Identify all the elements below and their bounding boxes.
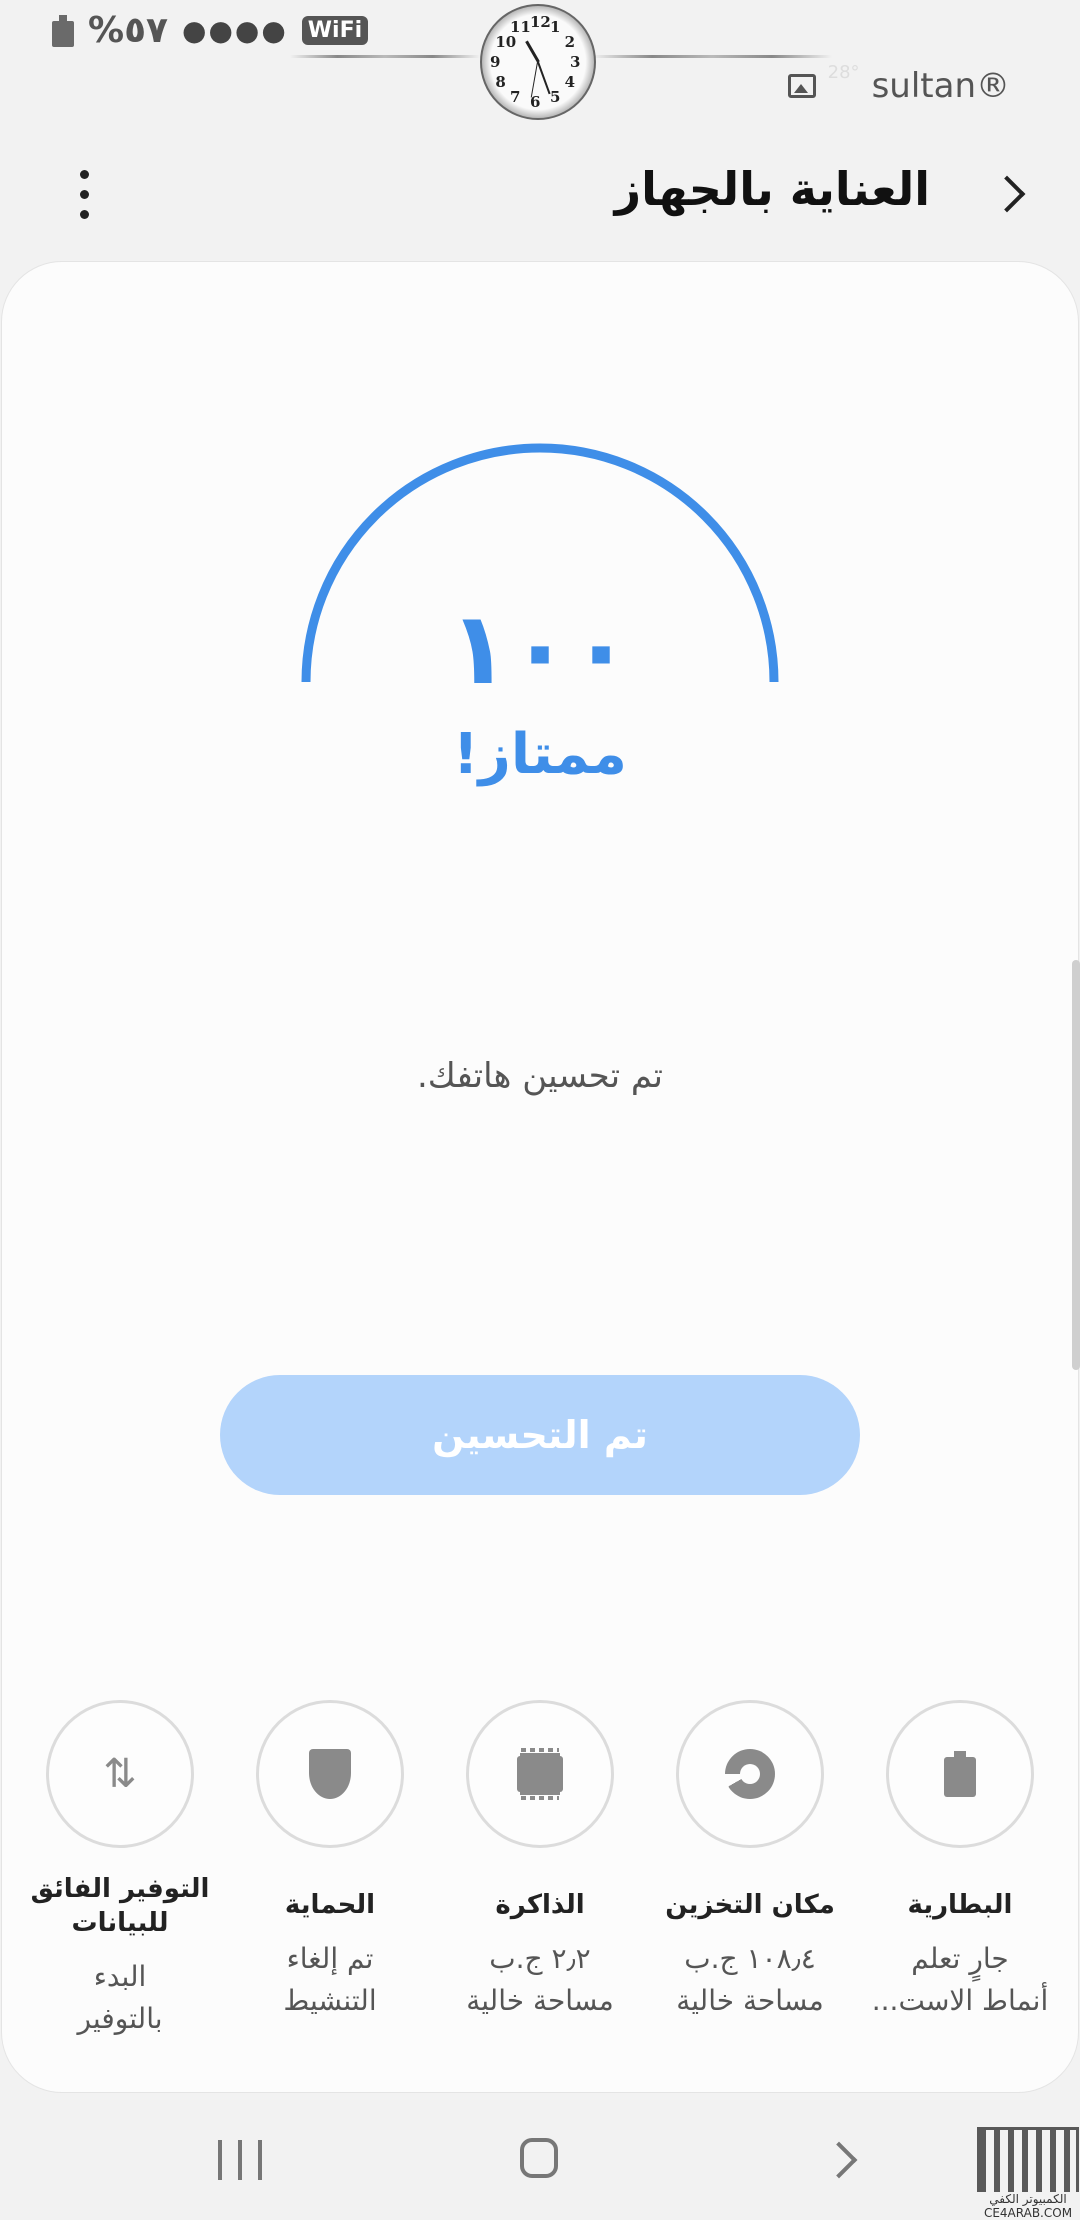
feature-security-circle[interactable] — [256, 1700, 404, 1848]
feature-status-line: جارٍ تعلم — [911, 1942, 1009, 1975]
status-right: 28° sultan® — [787, 62, 1010, 106]
clock-hand — [537, 61, 551, 95]
feature-status-line: مساحة خالية — [466, 1984, 614, 2017]
clock-number: 4 — [564, 73, 576, 91]
clock-number: 1 — [550, 18, 561, 37]
data-saver-icon: ⇅ — [103, 1751, 137, 1797]
more-dot — [79, 169, 89, 179]
image-notification-icon — [787, 74, 816, 98]
feature-status-line: بالتوفير — [77, 2002, 163, 2035]
analog-clock: 12 1 2 3 4 5 6 7 8 9 10 11 — [480, 4, 596, 120]
battery-percent: %٥٧ — [88, 10, 169, 51]
storage-icon — [725, 1749, 775, 1799]
feature-status-line: ٢٫٢ ج.ب — [489, 1942, 591, 1975]
score-value: ١٠٠ — [448, 590, 632, 707]
watermark-name: الكمبيوتر الكفي — [989, 2192, 1067, 2206]
clock-number: 8 — [495, 73, 506, 91]
ornament-left — [290, 55, 480, 58]
clock-number: 5 — [550, 87, 561, 106]
feature-status-line: مساحة خالية — [676, 1984, 824, 2017]
watermark-graphic — [977, 2127, 1079, 2192]
feature-status-line: أنماط الاست... — [871, 1984, 1049, 2017]
more-dot — [79, 209, 89, 219]
feature-row: البطارية جارٍ تعلم أنماط الاست... مكان ا… — [0, 1700, 1080, 2040]
feature-status: البدء بالتوفير — [15, 1956, 225, 2040]
status-bar: %٥٧ ●●●● WiFi 12 1 2 3 4 5 6 7 8 9 10 11 28° sultan… — [0, 0, 1080, 120]
clock-number: 3 — [570, 53, 581, 71]
page-title: العناية بالجهاز — [614, 162, 930, 216]
clock-number: 11 — [510, 18, 531, 37]
feature-status: ٢٫٢ ج.ب مساحة خالية — [435, 1938, 645, 2022]
score-label: ممتاز! — [453, 722, 627, 787]
more-options-button[interactable] — [64, 164, 104, 224]
battery-status-icon — [52, 14, 74, 47]
clock-hand — [525, 40, 540, 63]
status-left: %٥٧ ●●●● WiFi — [52, 10, 369, 51]
temperature: 28° — [827, 61, 860, 83]
more-dot — [79, 189, 89, 199]
signal-icon: ●●●● — [182, 14, 288, 47]
watermark-site: CE4ARAB.COM — [983, 2206, 1073, 2220]
feature-name: مكان التخزين — [665, 1890, 835, 1920]
shield-icon — [309, 1749, 351, 1799]
feature-memory-circle[interactable] — [466, 1700, 614, 1848]
feature-data-saver[interactable]: ⇅ التوفير الفائق للبيانات البدء بالتوفير — [15, 1700, 225, 2040]
clock-number: 9 — [490, 53, 501, 71]
feature-battery-circle[interactable] — [886, 1700, 1034, 1848]
battery-icon — [944, 1751, 976, 1797]
memory-icon — [517, 1748, 563, 1800]
feature-name-line: للبيانات — [71, 1908, 169, 1938]
wifi-icon: WiFi — [301, 16, 369, 45]
feature-name-line: التوفير الفائق — [30, 1874, 210, 1904]
feature-status-line: ١٠٨٫٤ ج.ب — [684, 1942, 816, 1975]
feature-battery[interactable]: البطارية جارٍ تعلم أنماط الاست... — [855, 1700, 1065, 2022]
recents-icon[interactable] — [218, 2140, 262, 2180]
recents-bar — [238, 2140, 242, 2180]
feature-status: جارٍ تعلم أنماط الاست... — [855, 1938, 1065, 2022]
feature-storage-circle[interactable] — [676, 1700, 824, 1848]
back-icon[interactable] — [826, 2140, 866, 2180]
feature-status-line: التنشيط — [283, 1984, 377, 2017]
optimize-button[interactable]: تم التحسين — [220, 1375, 860, 1495]
home-icon[interactable] — [520, 2138, 558, 2178]
navigation-bar: الكمبيوتر الكفي CE4ARAB.COM — [0, 2110, 1080, 2220]
scrollbar[interactable] — [1072, 960, 1080, 1370]
ornament-right — [592, 55, 832, 58]
recents-bar — [218, 2140, 222, 2180]
optimized-message: تم تحسين هاتفك. — [416, 1056, 663, 1096]
feature-name: التوفير الفائق للبيانات — [15, 1872, 225, 1940]
clock-number: 12 — [530, 13, 551, 31]
recents-bar — [258, 2140, 262, 2180]
app-header: العناية بالجهاز — [0, 140, 1080, 240]
feature-name: الحماية — [284, 1890, 376, 1920]
feature-status-line: البدء — [93, 1960, 147, 1993]
clock-number: 2 — [564, 33, 576, 51]
back-button[interactable] — [982, 164, 1042, 224]
watermark-logo: الكمبيوتر الكفي CE4ARAB.COM — [976, 2116, 1080, 2220]
feature-status: تم إلغاء التنشيط — [225, 1938, 435, 2022]
feature-status-line: تم إلغاء — [286, 1942, 374, 1975]
clock-number: 7 — [510, 87, 521, 106]
feature-security[interactable]: الحماية تم إلغاء التنشيط — [225, 1700, 435, 2022]
carrier-name: sultan® — [871, 66, 1010, 106]
feature-status: ١٠٨٫٤ ج.ب مساحة خالية — [645, 1938, 855, 2022]
feature-name: البطارية — [907, 1890, 1013, 1920]
feature-memory[interactable]: الذاكرة ٢٫٢ ج.ب مساحة خالية — [435, 1700, 645, 2022]
feature-storage[interactable]: مكان التخزين ١٠٨٫٤ ج.ب مساحة خالية — [645, 1700, 855, 2022]
feature-data-saver-circle[interactable]: ⇅ — [46, 1700, 194, 1848]
feature-name: الذاكرة — [495, 1890, 585, 1920]
